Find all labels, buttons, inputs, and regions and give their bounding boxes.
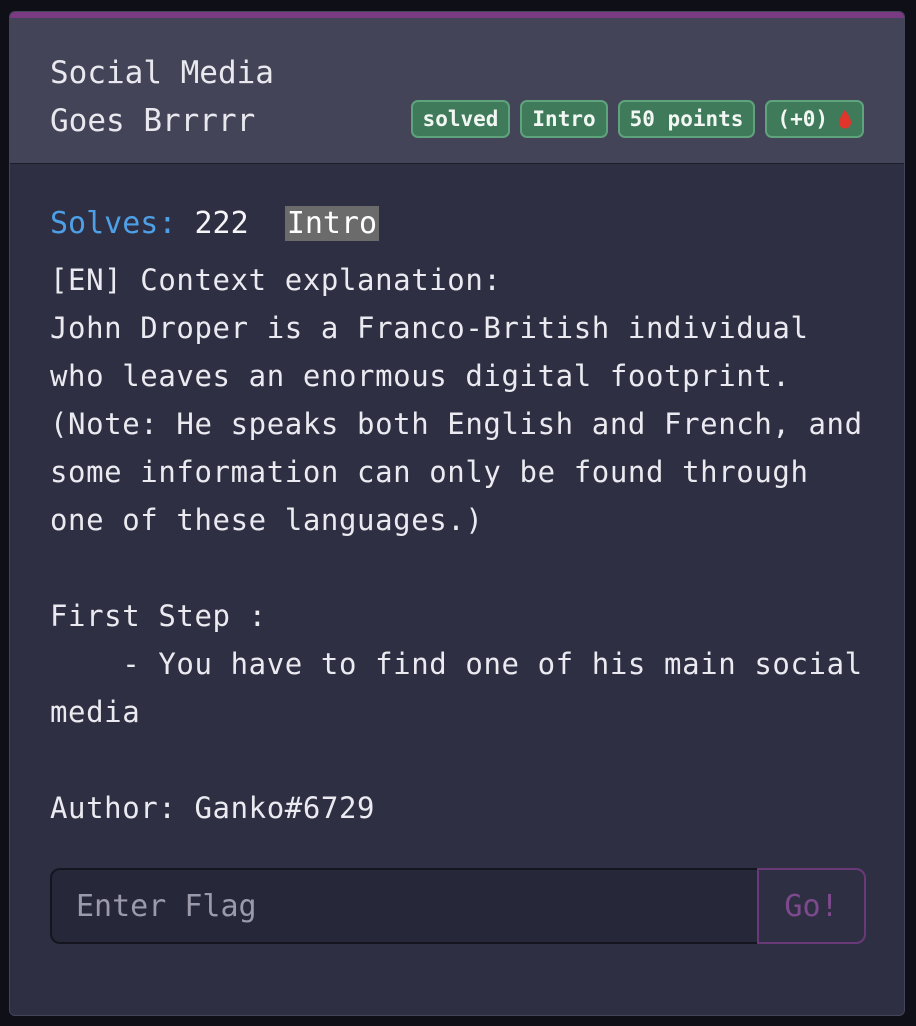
solves-label: Solves: <box>50 206 177 241</box>
flag-input[interactable] <box>50 868 757 944</box>
flag-submit-row: Go! <box>50 868 866 944</box>
bonus-label: (+0) <box>777 107 828 131</box>
go-button[interactable]: Go! <box>757 868 866 944</box>
badge-group: solved Intro 50 points (+0) <box>410 100 864 138</box>
challenge-description: [EN] Context explanation: John Droper is… <box>50 263 863 825</box>
status-badge: solved <box>410 100 511 138</box>
card-header: Social Media Goes Brrrrr solved Intro 50… <box>10 18 904 164</box>
bonus-badge: (+0) <box>765 100 864 138</box>
challenge-title: Social Media Goes Brrrrr <box>50 55 274 139</box>
solves-count: 222 <box>194 206 249 241</box>
blood-drop-icon <box>839 110 851 129</box>
points-badge: 50 points <box>617 100 756 138</box>
category-badge: Intro <box>520 100 608 138</box>
category-chip: Intro <box>284 206 380 241</box>
solves-line: Solves: 222 Intro <box>50 200 870 250</box>
card-body: Solves: 222 Intro [EN] Context explanati… <box>50 200 870 832</box>
challenge-card: Social Media Goes Brrrrr solved Intro 50… <box>9 11 905 1016</box>
